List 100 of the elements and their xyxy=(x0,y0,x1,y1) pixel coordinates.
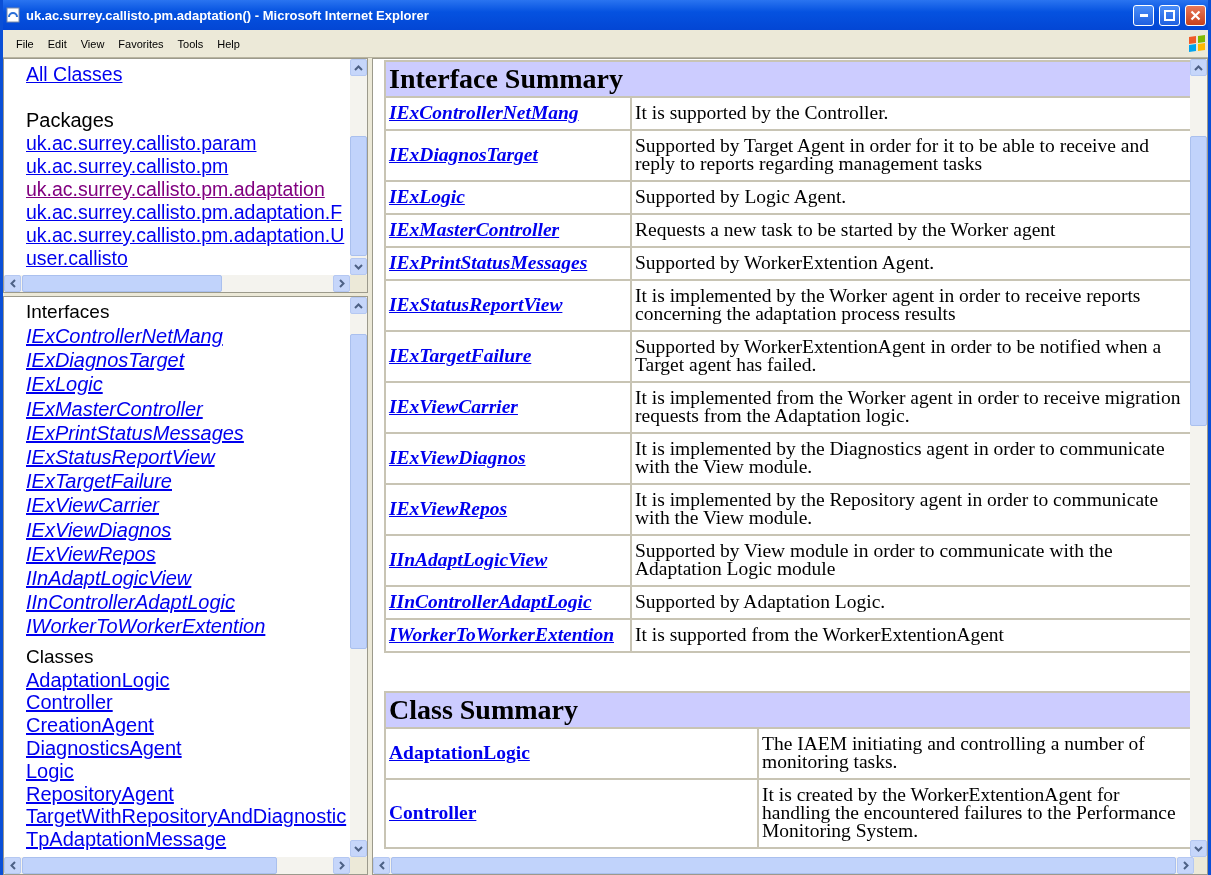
class-link[interactable]: RepositoryAgent xyxy=(26,782,174,806)
interface-link[interactable]: IExControllerNetMang xyxy=(26,324,223,349)
description-cell: Supported by Target Agent in order for it to be able to receive and reply to reports regarding management tasks xyxy=(631,130,1190,181)
vertical-scrollbar[interactable] xyxy=(1190,59,1207,857)
caret-left-icon xyxy=(9,861,16,870)
description-cell: Supported by View module in order to communicate with the Adaptation Logic module xyxy=(631,535,1190,586)
description-cell: It is created by the WorkerExtentionAgent for handling the encountered failures to the Performance Monitoring System. xyxy=(758,779,1190,848)
package-link[interactable]: uk.ac.surrey.callisto.pm.adaptation.F xyxy=(26,201,343,224)
class-link[interactable]: Logic xyxy=(26,759,74,783)
description-cell: The IAEM initiating and controlling a number of monitoring tasks. xyxy=(758,728,1190,779)
package-link[interactable]: user.callisto xyxy=(26,247,128,270)
interface-link[interactable]: IInControllerAdaptLogic xyxy=(26,590,235,615)
scroll-up-button[interactable] xyxy=(350,59,367,76)
caret-down-icon xyxy=(354,263,363,270)
interface-link[interactable]: IWorkerToWorkerExtention xyxy=(26,614,266,639)
close-icon xyxy=(1190,9,1201,21)
caret-right-icon xyxy=(338,279,345,288)
caret-down-icon xyxy=(1194,845,1203,852)
scroll-thumb[interactable] xyxy=(350,136,367,256)
class-link[interactable]: CreationAgent xyxy=(26,714,154,738)
close-button[interactable] xyxy=(1185,4,1206,26)
description-cell: Supported by WorkerExtentionAgent in order to be notified when a Target agent has failed. xyxy=(631,331,1190,382)
package-link[interactable]: uk.ac.surrey.callisto.pm.adaptation.U xyxy=(26,224,345,247)
class-link[interactable]: IExLogic xyxy=(389,186,465,207)
class-link[interactable]: Controller xyxy=(389,802,477,823)
vertical-scrollbar[interactable] xyxy=(350,59,367,275)
class-link[interactable]: AdaptationLogic xyxy=(26,668,170,692)
horizontal-scrollbar[interactable] xyxy=(4,857,350,874)
menu-item[interactable]: Edit xyxy=(40,37,74,50)
caret-right-icon xyxy=(1182,861,1189,870)
menu-item[interactable]: Help xyxy=(210,37,247,50)
description-cell: It is supported from the WorkerExtentionAgent xyxy=(631,619,1190,652)
caret-left-icon xyxy=(378,861,385,870)
description-cell: It is supported by the Controller. xyxy=(631,97,1190,130)
scroll-down-button[interactable] xyxy=(350,258,367,275)
description-cell: It is implemented by the Repository agent in order to communicate with the View module. xyxy=(631,484,1190,535)
maximize-icon xyxy=(1164,9,1175,21)
package-link[interactable]: uk.ac.surrey.callisto.param xyxy=(26,132,257,155)
minimize-icon xyxy=(1139,13,1148,17)
scroll-right-button[interactable] xyxy=(333,275,350,292)
interface-link[interactable]: IExPrintStatusMessages xyxy=(26,420,244,445)
scroll-down-button[interactable] xyxy=(1190,840,1207,857)
scroll-left-button[interactable] xyxy=(4,857,21,874)
page-icon xyxy=(5,7,21,23)
scroll-thumb[interactable] xyxy=(22,857,277,874)
class-link[interactable]: AdaptationLogic xyxy=(389,742,530,763)
scroll-up-button[interactable] xyxy=(350,297,367,314)
flag-icon xyxy=(1186,33,1208,54)
vertical-scrollbar[interactable] xyxy=(350,297,367,857)
scrollbar-corner xyxy=(1194,857,1207,874)
package-link[interactable]: uk.ac.surrey.callisto.pm xyxy=(26,155,229,178)
interface-link[interactable]: IExTargetFailure xyxy=(26,469,172,494)
table-heading: Interface Summary xyxy=(385,61,1190,97)
caret-up-icon xyxy=(354,64,363,71)
class-link[interactable]: TargetWithRepositoryAndDiagnostic xyxy=(26,805,347,829)
caret-up-icon xyxy=(354,302,363,309)
menu-item[interactable]: Tools xyxy=(170,37,211,50)
description-cell: Supported by Logic Agent. xyxy=(631,181,1190,214)
interface-link[interactable]: IExDiagnosTarget xyxy=(26,348,185,373)
scroll-left-button[interactable] xyxy=(373,857,390,874)
scroll-thumb[interactable] xyxy=(1190,136,1207,426)
description-cell: It is implemented from the Worker agent in order to receive migration requests from the Adaptation logic. xyxy=(631,382,1190,433)
classes-heading: Classes xyxy=(26,644,94,669)
caret-up-icon xyxy=(1194,64,1203,71)
interface-link[interactable]: IExStatusReportView xyxy=(26,445,215,470)
interface-link[interactable]: IExViewRepos xyxy=(26,541,156,567)
scroll-down-button[interactable] xyxy=(350,840,367,857)
window-title: uk.ac.surrey.callisto.pm.adaptation() - Microsoft Internet Explorer xyxy=(26,7,430,23)
description-cell: It is implemented by the Diagnostics agent in order to communicate with the View module. xyxy=(631,433,1190,484)
caret-right-icon xyxy=(338,861,345,870)
menu-item[interactable]: File xyxy=(9,37,41,50)
scroll-right-button[interactable] xyxy=(1177,857,1194,874)
interface-link[interactable]: IExLogic xyxy=(26,372,103,397)
interface-link[interactable]: IExMasterController xyxy=(26,396,203,421)
description-cell: Supported by Adaptation Logic. xyxy=(631,586,1190,619)
description-cell: Requests a new task to be started by the Worker agent xyxy=(631,214,1190,247)
class-link[interactable]: TpAdaptationMessage xyxy=(26,828,227,851)
menu-item[interactable]: View xyxy=(73,37,112,50)
minimize-button[interactable] xyxy=(1133,4,1154,26)
interface-link[interactable]: IExViewDiagnos xyxy=(26,517,172,542)
class-link[interactable]: IExViewRepos xyxy=(389,498,508,519)
table-heading: Class Summary xyxy=(385,692,1190,728)
scroll-left-button[interactable] xyxy=(4,275,21,292)
caret-left-icon xyxy=(9,279,16,288)
horizontal-scrollbar[interactable] xyxy=(4,275,350,292)
caret-down-icon xyxy=(354,845,363,852)
interface-link[interactable]: IInAdaptLogicView xyxy=(26,566,192,591)
packages-heading: Packages xyxy=(26,108,114,132)
class-link[interactable]: Controller xyxy=(26,691,113,715)
description-cell: It is implemented by the Worker agent in order to receive reports concerning the adaptation process results xyxy=(631,280,1190,331)
menu-item[interactable]: Favorites xyxy=(111,37,171,50)
maximize-button[interactable] xyxy=(1159,4,1180,26)
scroll-right-button[interactable] xyxy=(333,857,350,874)
package-link[interactable]: uk.ac.surrey.callisto.pm.adaptation xyxy=(26,178,325,201)
interface-link[interactable]: IExViewCarrier xyxy=(26,493,159,518)
class-link[interactable]: DiagnosticsAgent xyxy=(26,737,182,760)
scroll-thumb[interactable] xyxy=(22,275,222,292)
scroll-up-button[interactable] xyxy=(1190,59,1207,76)
scroll-thumb[interactable] xyxy=(350,334,367,649)
all-classes-link[interactable]: All Classes xyxy=(26,63,123,86)
